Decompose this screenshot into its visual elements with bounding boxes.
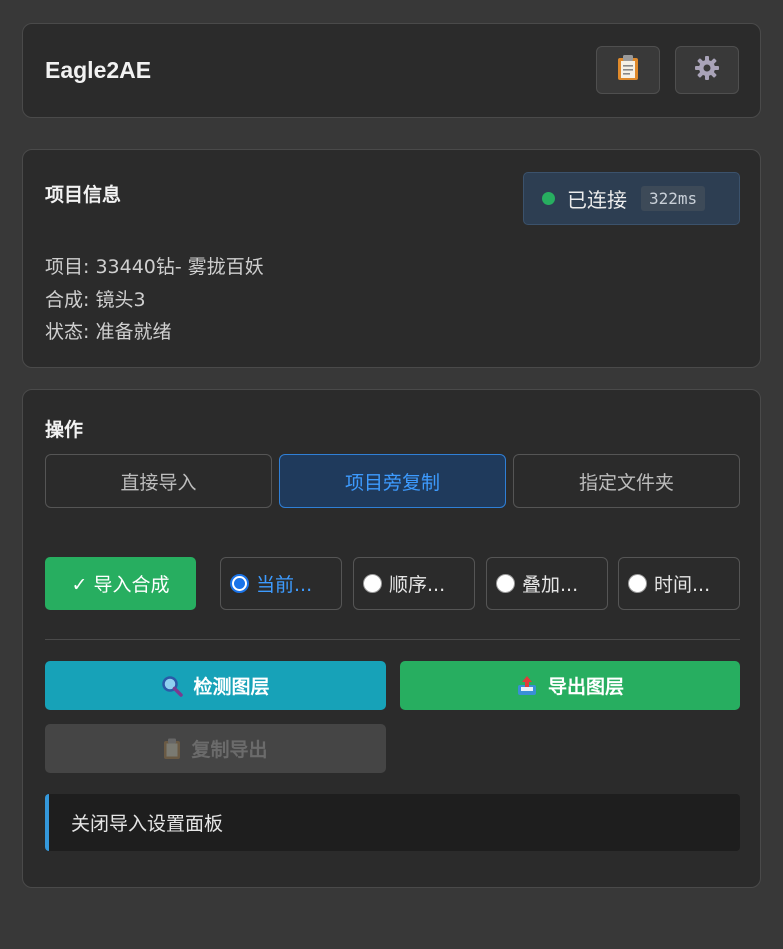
app-title: Eagle2AE [45,57,152,83]
operations-title: 操作 [45,419,84,441]
close-import-settings-notice[interactable]: 关闭导入设置面板 [45,794,740,851]
radio-button-icon[interactable] [363,574,382,593]
clipboard-icon [617,55,639,85]
radio-time-label: 时间... [654,574,711,596]
status-dot-icon [542,192,555,205]
operations-card: 操作 直接导入 项目旁复制 指定文件夹 ✓ 导入合成 当前... 顺序... 叠… [22,389,761,888]
radio-sequence[interactable]: 顺序... [353,557,475,610]
detect-layers-label: 检测图层 [193,676,270,698]
mode-specified-folder-button[interactable]: 指定文件夹 [513,454,740,508]
mode-direct-import-button[interactable]: 直接导入 [45,454,272,508]
radio-button-icon[interactable] [628,574,647,593]
detect-layers-button[interactable]: 检测图层 [45,661,386,710]
radio-button-icon[interactable] [496,574,515,593]
copy-export-button[interactable]: 复制导出 [45,724,386,773]
radio-stack[interactable]: 叠加... [486,557,608,610]
radio-current[interactable]: 当前... [220,557,342,610]
gear-icon [694,55,720,85]
composition-line: 合成: 镜头3 [45,289,146,311]
radio-stack-label: 叠加... [522,574,579,596]
radio-button-icon[interactable] [230,574,249,593]
divider [45,639,740,640]
mode-copy-beside-project-button[interactable]: 项目旁复制 [279,454,506,508]
magnifier-icon [161,675,184,697]
clipboard-icon [163,738,181,760]
radio-current-label: 当前... [256,574,313,596]
settings-button[interactable] [675,46,739,94]
log-button[interactable] [596,46,660,94]
status-line: 状态: 准备就绪 [45,321,172,343]
project-info-title: 项目信息 [45,184,122,206]
copy-export-label: 复制导出 [191,739,268,761]
latency-badge: 322ms [641,186,706,211]
outbox-icon [516,675,538,697]
export-layers-button[interactable]: 导出图层 [400,661,740,710]
connection-status: 已连接 322ms [523,172,740,225]
radio-sequence-label: 顺序... [389,574,446,596]
radio-time[interactable]: 时间... [618,557,740,610]
project-info-card: 项目信息 已连接 322ms 项目: 33440钻- 雾拢百妖 合成: 镜头3 … [22,149,761,368]
import-composition-toggle[interactable]: ✓ 导入合成 [45,557,196,610]
header-card: Eagle2AE [22,23,761,118]
connection-status-text: 已连接 [567,188,627,212]
export-layers-label: 导出图层 [547,676,624,698]
project-name-line: 项目: 33440钻- 雾拢百妖 [45,256,264,278]
